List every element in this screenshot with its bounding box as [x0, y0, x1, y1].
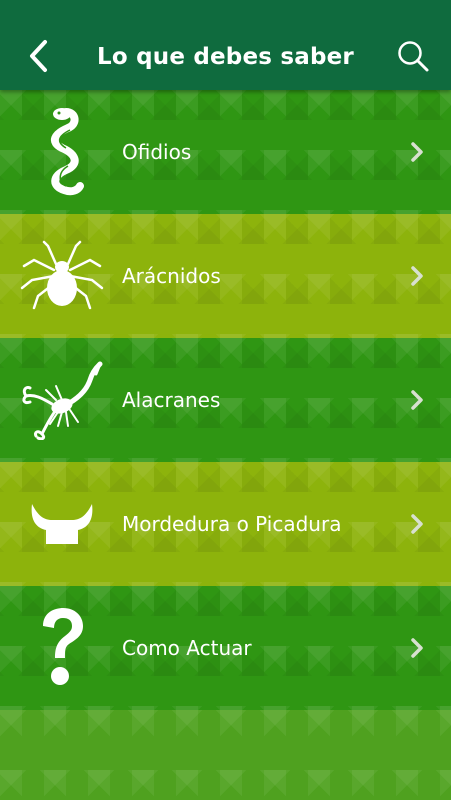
spider-icon	[10, 214, 114, 338]
menu-item-label: Mordedura o Picadura	[122, 512, 342, 536]
app-header: Lo que debes saber	[0, 0, 451, 90]
menu-item-alacranes[interactable]: Alacranes	[0, 338, 451, 462]
search-icon	[398, 41, 429, 72]
background-pattern	[0, 710, 451, 800]
menu-item-label: Alacranes	[122, 388, 221, 412]
chevron-right-icon	[405, 512, 429, 536]
menu-item-aracnidos[interactable]: Arácnidos	[0, 214, 451, 338]
chevron-right-icon	[405, 264, 429, 288]
scorpion-icon	[10, 338, 114, 462]
menu-item-como-actuar[interactable]: Como Actuar	[0, 586, 451, 710]
chevron-right-icon	[405, 388, 429, 412]
fangs-icon	[10, 462, 114, 586]
page-title: Lo que debes saber	[97, 44, 354, 70]
background-footer	[0, 710, 451, 800]
chevron-right-icon	[405, 636, 429, 660]
menu-item-label: Ofidios	[122, 140, 192, 164]
search-button[interactable]	[393, 36, 433, 76]
question-mark-icon	[10, 586, 114, 710]
menu-item-label: Como Actuar	[122, 636, 252, 660]
menu-list: Ofidios Arácnidos Alacranes Mordedura o …	[0, 90, 451, 710]
menu-item-label: Arácnidos	[122, 264, 221, 288]
chevron-right-icon	[405, 140, 429, 164]
snake-icon	[10, 90, 114, 214]
menu-item-mordedura[interactable]: Mordedura o Picadura	[0, 462, 451, 586]
menu-item-ofidios[interactable]: Ofidios	[0, 90, 451, 214]
